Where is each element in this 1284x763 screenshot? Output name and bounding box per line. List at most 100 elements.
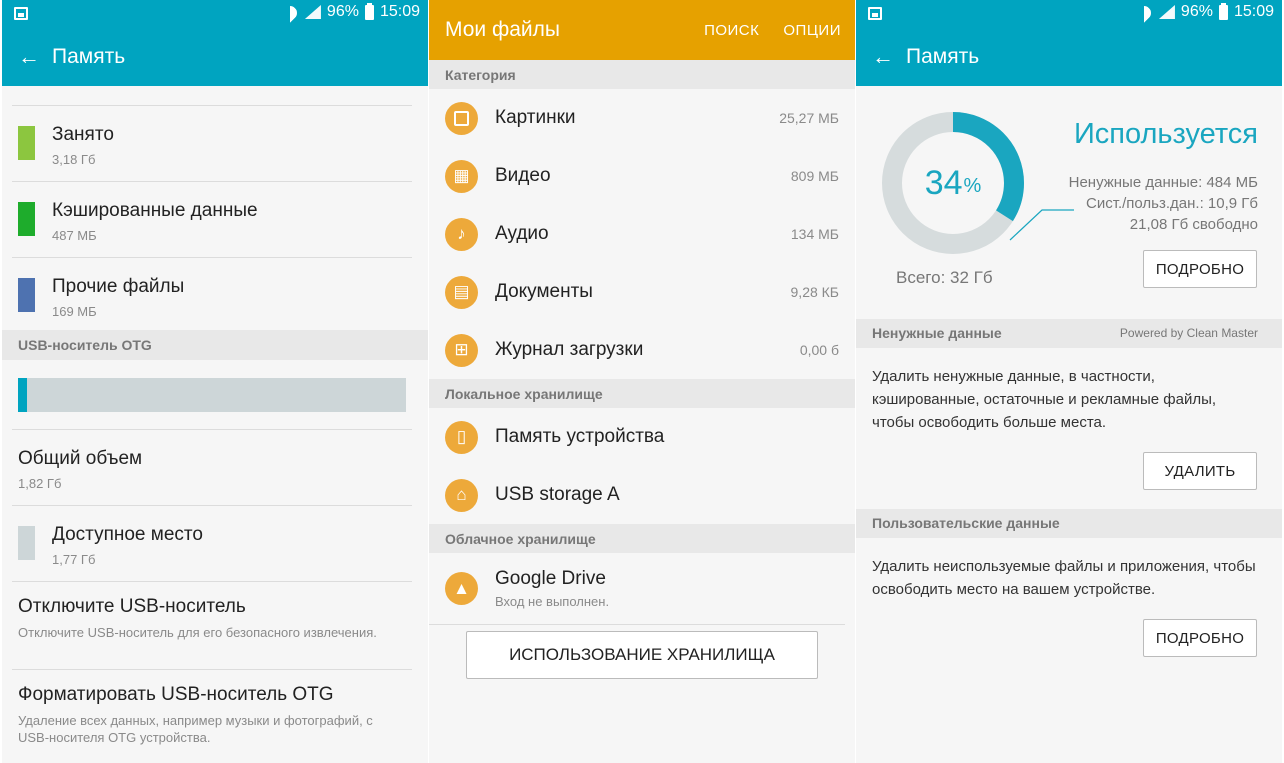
battery-icon [364, 2, 374, 20]
total-size-title: Общий объем [18, 448, 143, 469]
usage-stats: Ненужные данные: 484 МБ Сист./польз.дан.… [1069, 172, 1258, 235]
callout-line [1009, 209, 1074, 241]
user-data-header-label: Пользовательские данные [872, 515, 1060, 531]
category-name: Видео [495, 165, 551, 186]
legend-title: Занято [52, 124, 114, 145]
category-size: 25,27 МБ [779, 110, 839, 126]
gallery-notification-icon [868, 7, 882, 20]
legend-title: Прочие файлы [52, 276, 185, 297]
legend-value: 487 МБ [52, 228, 97, 243]
free-space-row: Доступное место 1,77 Гб [12, 506, 412, 582]
category-name: Журнал загрузки [495, 339, 644, 360]
category-name: Аудио [495, 223, 549, 244]
color-swatch [18, 526, 35, 560]
back-arrow-icon[interactable]: ← [18, 44, 52, 70]
category-audio[interactable]: ♪ Аудио 134 МБ [429, 205, 855, 263]
category-size: 9,28 КБ [790, 284, 839, 300]
category-name: Документы [495, 281, 593, 302]
total-size: Всего: 32 Гб [896, 268, 993, 287]
back-arrow-icon[interactable]: ← [872, 44, 906, 70]
usage-percent-sign: % [963, 174, 982, 197]
battery-icon [1218, 2, 1228, 20]
junk-stat: Ненужные данные: 484 МБ [1068, 174, 1258, 191]
free-stat: 21,08 Гб свободно [1129, 216, 1258, 233]
storage-usage-button[interactable]: ИСПОЛЬЗОВАНИЕ ХРАНИЛИЩА [466, 631, 818, 679]
delete-button[interactable]: УДАЛИТЬ [1143, 452, 1257, 490]
color-swatch [18, 278, 35, 312]
clock: 15:09 [379, 3, 420, 20]
category-images[interactable]: Картинки 25,27 МБ [429, 89, 855, 147]
usb-usage-fill [18, 378, 27, 412]
cloud-storage-header: Облачное хранилище [429, 524, 855, 553]
google-drive-icon: ▲ [445, 572, 478, 605]
user-data-description: Удалить неиспользуемые файлы и приложени… [872, 558, 1256, 598]
image-icon [445, 101, 478, 135]
options-action[interactable]: ОПЦИИ [783, 22, 841, 39]
storage-panel-usb: 96% 15:09 ← Память Занято 3,18 Гб Кэширо… [2, 0, 428, 763]
details-button[interactable]: ПОДРОБНО [1143, 250, 1257, 288]
free-space-title: Доступное место [52, 524, 203, 545]
usb-usage-bar [18, 378, 406, 412]
category-size: 134 МБ [790, 226, 839, 242]
eject-usb-desc: Отключите USB-носитель для его безопасно… [18, 625, 377, 640]
clock: 15:09 [1233, 3, 1274, 20]
used-label: Используется [1073, 118, 1258, 150]
legend-item-other: Прочие файлы 169 МБ [12, 258, 412, 330]
format-usb-desc: Удаление всех данных, например музыки и … [18, 713, 373, 745]
category-header: Категория [429, 60, 855, 89]
category-size: 809 МБ [790, 168, 839, 184]
storage-panel-device: 96% 15:09 ← Память 34% Используется Нену… [856, 0, 1282, 763]
usb-icon: ⌂ [445, 478, 478, 512]
format-usb-title: Форматировать USB-носитель OTG [18, 684, 334, 705]
music-note-icon: ♪ [445, 217, 478, 251]
legend-item-used: Занято 3,18 Гб [12, 106, 412, 182]
wifi-icon [283, 4, 299, 20]
status-bar: 96% 15:09 [856, 0, 1282, 28]
app-bar: ← Память [2, 28, 428, 86]
local-usb-storage[interactable]: ⌂ USB storage A [429, 466, 855, 524]
color-swatch [18, 126, 35, 160]
legend-title: Кэшированные данные [52, 200, 258, 221]
local-device-memory[interactable]: ▯ Память устройства [429, 408, 855, 466]
battery-percent: 96% [1180, 3, 1213, 20]
video-icon: ▦ [445, 159, 478, 193]
free-space-value: 1,77 Гб [52, 552, 96, 567]
powered-by-label: Powered by Clean Master [1119, 326, 1258, 340]
app-bar: ← Память [856, 28, 1282, 86]
system-stat: Сист./польз.дан.: 10,9 Гб [1086, 195, 1258, 212]
app-bar: Мои файлы ПОИСК ОПЦИИ [429, 0, 855, 60]
search-action[interactable]: ПОИСК [704, 22, 759, 39]
cloud-google-drive[interactable]: ▲ Google Drive Вход не выполнен. [429, 553, 845, 625]
junk-description: Удалить ненужные данные, в частности, кэ… [872, 368, 1217, 431]
download-icon: ⊞ [445, 333, 478, 367]
page-title: Мои файлы [445, 18, 561, 41]
category-video[interactable]: ▦ Видео 809 МБ [429, 147, 855, 205]
junk-header-label: Ненужные данные [872, 325, 1002, 341]
total-size-value: 1,82 Гб [18, 476, 62, 491]
document-icon: ▤ [445, 275, 478, 309]
wifi-icon [1137, 4, 1153, 20]
storage-name: Память устройства [495, 426, 665, 447]
battery-percent: 96% [326, 3, 359, 20]
cloud-name: Google Drive [495, 568, 606, 589]
eject-usb-title: Отключите USB-носитель [18, 596, 246, 617]
usb-section-header: USB-носитель OTG [2, 330, 428, 360]
local-storage-header: Локальное хранилище [429, 379, 855, 408]
category-documents[interactable]: ▤ Документы 9,28 КБ [429, 263, 855, 321]
usb-usage-bar-row [12, 360, 412, 430]
list-divider [12, 86, 412, 106]
page-title: Память [906, 45, 980, 68]
phone-icon: ▯ [445, 420, 478, 454]
junk-section-header: Ненужные данные Powered by Clean Master [856, 319, 1282, 348]
status-bar: 96% 15:09 [2, 0, 428, 28]
category-name: Картинки [495, 107, 576, 128]
page-title: Память [52, 45, 126, 68]
legend-value: 3,18 Гб [52, 152, 96, 167]
gallery-notification-icon [14, 7, 28, 20]
format-usb-item[interactable]: Форматировать USB-носитель OTG Удаление … [12, 670, 412, 758]
category-downloads[interactable]: ⊞ Журнал загрузки 0,00 б [429, 321, 855, 379]
signal-icon [1158, 5, 1175, 19]
color-swatch [18, 202, 35, 236]
eject-usb-item[interactable]: Отключите USB-носитель Отключите USB-нос… [12, 582, 412, 670]
details-button-user-data[interactable]: ПОДРОБНО [1143, 619, 1257, 657]
